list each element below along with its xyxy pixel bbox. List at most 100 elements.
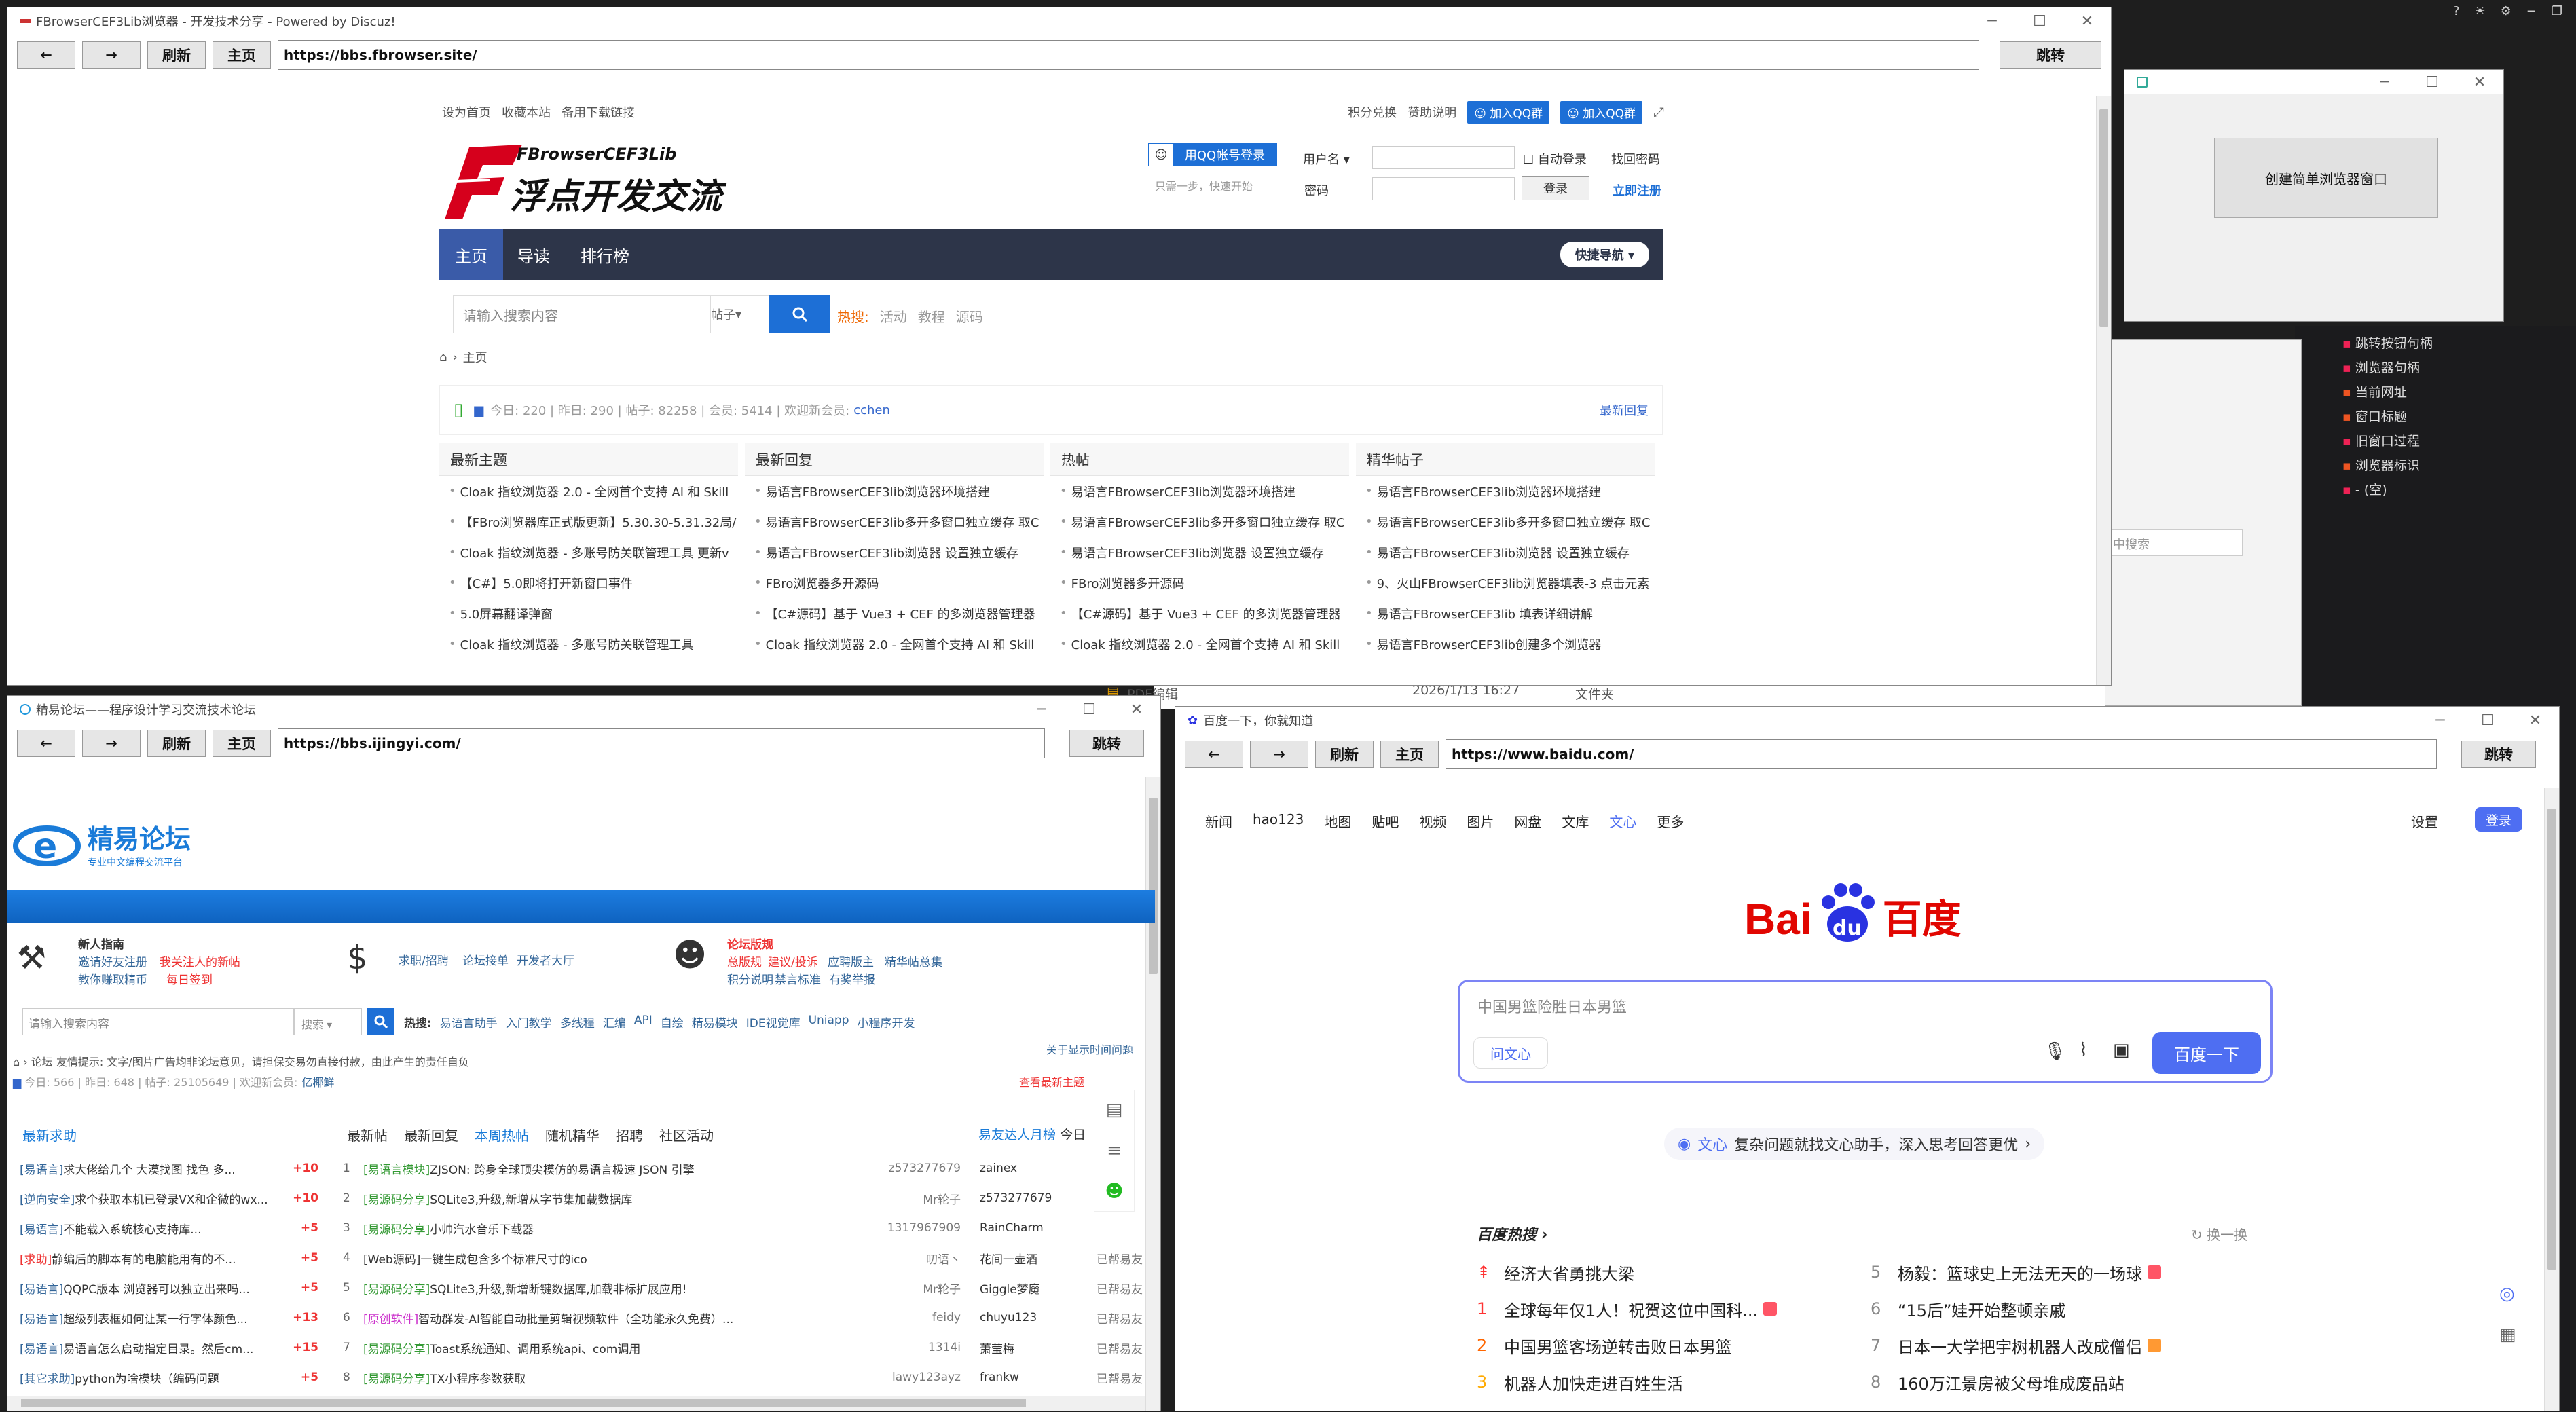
jy-search-input[interactable]: 请输入搜索内容 (22, 1008, 294, 1035)
go-button[interactable]: 跳转 (2461, 741, 2536, 768)
bookmark-link[interactable]: 收藏本站 (502, 103, 551, 121)
list-item[interactable]: 易语言FBrowserCEF3lib 填表详细讲解 (1356, 598, 1655, 629)
side-item[interactable]: ▪ 旧窗口过程 (2342, 429, 2433, 453)
close-button[interactable]: ✕ (1113, 696, 1160, 723)
baidu-search-input[interactable]: 中国男篮险胜日本男篮 (1477, 995, 1627, 1017)
qq-login-button[interactable]: ☺ 用QQ帐号登录 (1148, 143, 1277, 166)
list-item[interactable]: 9、火山FBrowserCEF3lib浏览器填表-3 点击元素 (1356, 568, 1655, 598)
ask-wenxin-button[interactable]: 问文心 (1473, 1037, 1548, 1069)
help-item[interactable]: [求助] 静编后的脚本有的电脑能用有的不... +5 (20, 1243, 318, 1273)
image-search-icon[interactable]: ▣ (2113, 1040, 2130, 1060)
help-item[interactable]: [易语言] 不能载入系统核心支持库... +5 (20, 1213, 318, 1243)
hot-tag[interactable]: 教程 (918, 306, 945, 326)
username-label[interactable]: 用户名 ▾ (1303, 150, 1350, 168)
invite-link[interactable]: 邀请好友注册 (78, 952, 147, 969)
hot-tag[interactable]: 精易模块 (692, 1014, 738, 1030)
refresh-hot-button[interactable]: ↻ 换一换 (2191, 1224, 2247, 1244)
backup-download-link[interactable]: 备用下载链接 (562, 103, 635, 121)
table-row[interactable]: 8 [易源码分享] TX小程序参数获取 lawy123ayz (343, 1362, 961, 1392)
list-item[interactable]: 易语言FBrowserCEF3lib多开多窗口独立缓存 取C (745, 506, 1044, 537)
list-item[interactable]: 花间一壶酒 已帮易友 (980, 1243, 1143, 1273)
list-item[interactable]: RainCharm (980, 1213, 1143, 1243)
go-button[interactable]: 跳转 (2000, 41, 2101, 69)
help-item[interactable]: [易语言] 超级列表框如何让某一行字体颜色... +13 (20, 1303, 318, 1333)
hot-tag[interactable]: 易语言助手 (440, 1014, 498, 1030)
table-row[interactable]: 1 [易语言模块] ZJSON: 跨身全球顶尖模仿的易语言极速 JSON 引擎 z57… (343, 1153, 961, 1183)
join-qq-group-button-2[interactable]: ☺ 加入QQ群 (1560, 100, 1642, 124)
set-homepage-link[interactable]: 设为首页 (442, 103, 491, 121)
tab-latest-reply[interactable]: 最新回复 (404, 1125, 458, 1145)
forward-button[interactable]: → (82, 730, 141, 757)
register-link[interactable]: 立即注册 (1613, 181, 1661, 199)
hot-item[interactable]: 1 全球每年仅1人！祝贺这位中国科... (1477, 1290, 1803, 1327)
list-item[interactable]: 易语言FBrowserCEF3lib创建多个浏览器 (1356, 629, 1655, 659)
url-input[interactable]: https://bbs.fbrowser.site/ (278, 40, 1979, 70)
tab-events[interactable]: 社区活动 (659, 1125, 714, 1145)
forward-button[interactable]: → (1250, 741, 1308, 768)
tab-weekly-hot[interactable]: 本周热帖 (475, 1125, 529, 1145)
hot-search-title[interactable]: 百度热搜 › (1477, 1223, 1548, 1244)
hot-tag[interactable]: 自绘 (661, 1014, 684, 1030)
help-item[interactable]: [易语言] 求大佬给几个 大漠找图 找色 多... +10 (20, 1153, 318, 1183)
home-button[interactable]: 主页 (1380, 741, 1439, 768)
tab-jobs[interactable]: 招聘 (616, 1125, 643, 1145)
checkin-link[interactable]: 每日签到 (166, 970, 213, 987)
tab-rank[interactable]: 排行榜 (564, 243, 646, 267)
login-button[interactable]: 登录 (1522, 176, 1589, 200)
tab-random[interactable]: 随机精华 (545, 1125, 600, 1145)
nav-image[interactable]: 图片 (1467, 811, 1494, 831)
nav-wenku[interactable]: 文库 (1562, 811, 1589, 831)
help-item[interactable]: [其它求助] python为啥模块（编码问题 +5 (20, 1362, 318, 1392)
list-item[interactable]: 易语言FBrowserCEF3lib浏览器环境搭建 (745, 476, 1044, 506)
side-item[interactable]: ▪ - (空) (2342, 478, 2433, 502)
close-button[interactable]: ✕ (2456, 70, 2503, 96)
quick-nav-button[interactable]: 快捷导航 ▾ (1560, 242, 1649, 267)
points-link[interactable]: 积分说明 (727, 970, 773, 987)
search-button[interactable] (769, 295, 830, 333)
qrcode-icon[interactable]: ▦ (2499, 1324, 2516, 1345)
hot-item[interactable]: 6 “15后”娃开始整顿亲戚 (1871, 1290, 2251, 1327)
baidu-search-button[interactable]: 百度一下 (2152, 1032, 2261, 1074)
table-row[interactable]: 2 [易源码分享] SQLite3,升级,新增从字节集加载数据库 Mr轮子 (343, 1183, 961, 1213)
latest-topics-link[interactable]: 查看最新主题 (1019, 1073, 1084, 1090)
maximize-button[interactable]: ☐ (2464, 707, 2511, 734)
side-item[interactable]: ▪ 浏览器句柄 (2342, 356, 2433, 380)
list-item[interactable]: frankw 已帮易友 (980, 1362, 1143, 1392)
jingyi-logo[interactable]: e 精易论坛 专业中文编程交流平台 (13, 818, 191, 869)
list-item[interactable]: 易语言FBrowserCEF3lib浏览器 设置独立缓存 (745, 537, 1044, 568)
list-item[interactable]: Cloak 指纹浏览器 2.0 - 全网首个支持 AI 和 Skill (1050, 629, 1349, 659)
list-item[interactable]: 易语言FBrowserCEF3lib浏览器 设置独立缓存 (1356, 537, 1655, 568)
essence-link[interactable]: 精华帖总集 (885, 952, 942, 969)
baidu-search-box[interactable]: 中国男篮险胜日本男篮 问文心 🎙︎ ⌇ ▣ 百度一下 (1458, 980, 2273, 1083)
time-notice-link[interactable]: 关于显示时间问题 (1046, 1041, 1133, 1057)
table-row[interactable]: 3 [易源码分享] 小帅汽水音乐下载器 1317967909 (343, 1213, 961, 1243)
table-row[interactable]: 7 [易源码分享] Toast系统通知、调用系统api、com调用 1314i (343, 1333, 961, 1362)
microphone-icon[interactable]: 🎙︎ (2044, 1041, 2066, 1062)
vertical-scrollbar[interactable] (2544, 788, 2559, 1411)
side-item[interactable]: ▪ 窗口标题 (2342, 405, 2433, 429)
nav-video[interactable]: 视频 (1419, 811, 1446, 831)
side-search-field[interactable]: 中搜索 (2107, 529, 2243, 556)
home-button[interactable]: 主页 (213, 730, 271, 757)
vertical-scrollbar[interactable] (2096, 96, 2111, 685)
hot-tag[interactable]: Uniapp (809, 1014, 849, 1030)
hot-item[interactable]: 2 中国男篮客场逆转击败日本男篮 (1477, 1327, 1803, 1364)
table-row[interactable]: 4 [Web源码] 一键生成包含多个标准尺寸的ico 叨语丶 (343, 1243, 961, 1273)
help-item[interactable]: [逆向安全] 求个获取本机已登录VX和企微的wx... +10 (20, 1183, 318, 1213)
hot-tag[interactable]: 汇编 (603, 1014, 626, 1030)
list-item[interactable]: 萧莹梅 已帮易友 (980, 1333, 1143, 1362)
url-input[interactable]: https://bbs.ijingyi.com/ (278, 728, 1045, 758)
points-link[interactable]: 积分兑换 (1348, 103, 1397, 121)
hot-item[interactable]: 5 杨毅：篮球史上无法无天的一场球 (1871, 1254, 2251, 1290)
tab-guide[interactable]: 导读 (503, 243, 564, 267)
list-item[interactable]: 【C#】5.0即将打开新窗口事件 (439, 568, 738, 598)
ban-link[interactable]: 禁言标准 (775, 970, 821, 987)
vertical-scrollbar[interactable] (1145, 777, 1160, 1411)
fullscreen-icon[interactable]: ⤢ (1653, 104, 1664, 120)
suggest-link[interactable]: 建议/投诉 (768, 952, 818, 969)
list-item[interactable]: 易语言FBrowserCEF3lib浏览器环境搭建 (1356, 476, 1655, 506)
hot-tag[interactable]: 入门教学 (506, 1014, 552, 1030)
refresh-button[interactable]: 刷新 (147, 730, 206, 757)
back-button[interactable]: ← (1185, 741, 1243, 768)
back-button[interactable]: ← (17, 41, 75, 69)
